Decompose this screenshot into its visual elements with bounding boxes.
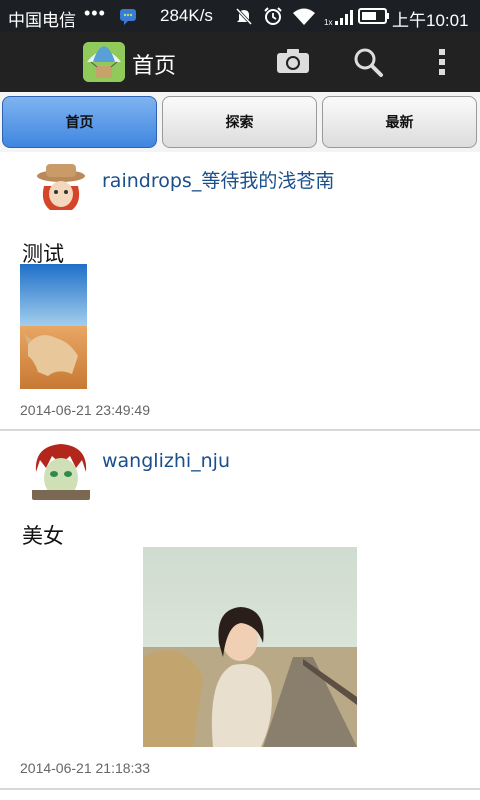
- message-icon: [120, 9, 136, 25]
- battery-icon: [358, 8, 389, 24]
- post-username[interactable]: wanglizhi_nju: [102, 450, 230, 472]
- list-item[interactable]: wanglizhi_nju 美女 2014-06-21 21:18:33: [0, 432, 480, 790]
- carrier-label: 中国电信: [8, 11, 76, 30]
- tab-home[interactable]: 首页: [2, 96, 157, 148]
- post-username[interactable]: raindrops_等待我的浅苍南: [102, 166, 334, 193]
- post-timestamp: 2014-06-21 23:49:49: [20, 402, 150, 418]
- desert-fox-photo[interactable]: [20, 264, 87, 389]
- post-timestamp: 2014-06-21 21:18:33: [20, 760, 150, 776]
- list-item[interactable]: raindrops_等待我的浅苍南 测试 2014-06-21 23:49:49: [0, 152, 480, 432]
- tab-bar: 首页 探索 最新: [0, 92, 480, 152]
- avatar[interactable]: [32, 442, 90, 500]
- post-text: 美女: [22, 524, 64, 548]
- tab-explore[interactable]: 探索: [162, 96, 317, 148]
- divider: [0, 788, 480, 790]
- clock: 上午10:01: [392, 11, 469, 30]
- alarm-icon: [264, 7, 282, 25]
- avatar[interactable]: [32, 158, 90, 216]
- more-notifications-dots: •••: [84, 3, 106, 23]
- action-bar: 首页: [0, 32, 480, 92]
- overflow-menu-icon[interactable]: [436, 46, 448, 78]
- wifi-icon: [293, 8, 315, 25]
- status-bar: 中国电信 ••• 284K/s 1x 上午10:01: [0, 0, 480, 32]
- svg-text:1x: 1x: [324, 18, 332, 27]
- tab-latest[interactable]: 最新: [322, 96, 477, 148]
- signal-icon: 1x: [324, 10, 353, 27]
- search-icon[interactable]: [352, 46, 384, 78]
- page-title: 首页: [132, 54, 177, 79]
- camera-icon[interactable]: [276, 48, 310, 74]
- divider: [0, 429, 480, 431]
- mute-icon: [235, 7, 253, 26]
- woman-on-boardwalk-photo[interactable]: [143, 547, 357, 747]
- network-speed: 284K/s: [160, 6, 213, 25]
- app-icon[interactable]: [83, 42, 125, 82]
